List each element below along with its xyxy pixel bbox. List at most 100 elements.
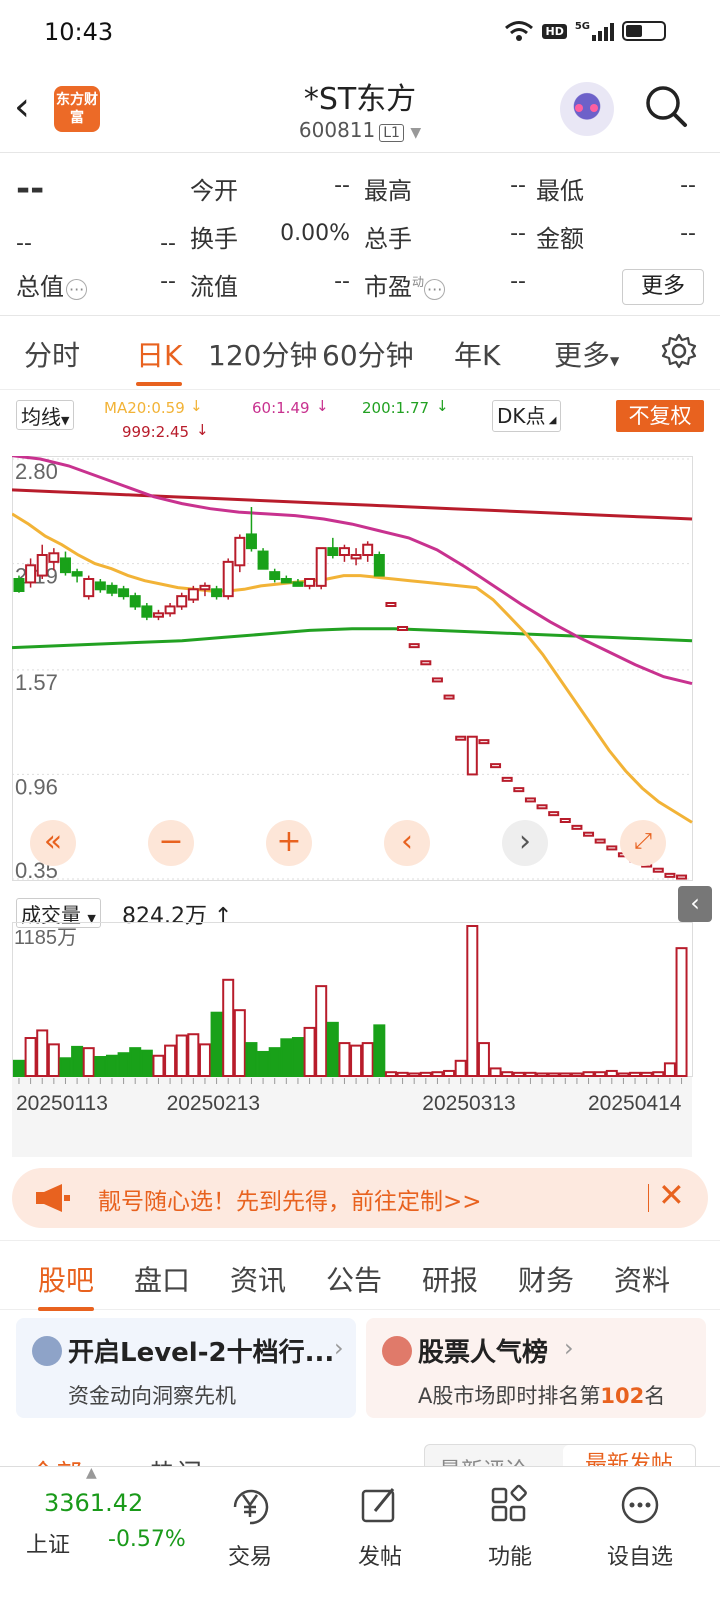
tab-more[interactable]: 更多▼ xyxy=(554,334,619,374)
candle-body xyxy=(211,588,223,598)
volume-bar xyxy=(222,978,235,1077)
candle-body xyxy=(129,595,141,608)
candle-body xyxy=(269,571,281,581)
high-label: 最高 xyxy=(364,177,412,205)
tab-daily-k[interactable]: 日K xyxy=(136,334,183,386)
volume-bar xyxy=(466,925,479,1077)
tab-pankou[interactable]: 盘口 xyxy=(134,1259,190,1299)
ma20-line xyxy=(12,512,693,824)
volume-bar xyxy=(71,1045,84,1078)
ranking-icon xyxy=(382,1336,412,1366)
candle-body xyxy=(501,776,513,782)
pe-label[interactable]: 市盈动 ··· xyxy=(364,267,446,302)
ma200-line xyxy=(12,627,693,650)
candle-body xyxy=(315,547,327,587)
volume-bar xyxy=(152,1054,165,1078)
divider xyxy=(648,1184,649,1212)
zoom-in-button[interactable]: + xyxy=(266,820,312,866)
candle-body xyxy=(292,581,304,587)
tab-120min[interactable]: 120分钟 xyxy=(208,334,317,374)
amount-label: 金额 xyxy=(536,225,584,253)
chart-frame xyxy=(12,456,693,881)
collapse-button[interactable]: ‹ xyxy=(678,886,712,922)
candle-body xyxy=(106,584,118,594)
tab-news[interactable]: 资讯 xyxy=(230,1259,286,1299)
caret-up-icon: ▲ xyxy=(86,1465,97,1481)
promo-banner[interactable]: 靓号随心选！先到先得，前往定制>> ✕ xyxy=(12,1168,708,1228)
more-quote-button[interactable]: 更多 xyxy=(622,269,704,305)
battery-icon xyxy=(622,21,666,41)
ma999-line xyxy=(12,488,693,521)
volume-bar xyxy=(536,1072,549,1077)
volume-bar xyxy=(652,1071,665,1077)
ma60-legend: 60:1.49 xyxy=(252,399,310,417)
candlestick-chart[interactable]: 2.802.191.570.960.35 xyxy=(12,456,708,886)
nav-post[interactable]: 发帖 xyxy=(330,1481,430,1571)
volume-bar xyxy=(303,1026,316,1077)
tab-year-k[interactable]: 年K xyxy=(454,334,500,374)
fq-button[interactable]: 不复权 xyxy=(616,400,704,432)
level2-title: 开启Level-2十档行... xyxy=(68,1338,335,1368)
tab-timeshare[interactable]: 分时 xyxy=(24,334,80,374)
nav-trade[interactable]: 交易 xyxy=(200,1481,300,1571)
candle-body xyxy=(594,838,606,844)
candle-body xyxy=(338,547,350,557)
tab-research[interactable]: 研报 xyxy=(422,1259,478,1299)
tab-profile[interactable]: 资料 xyxy=(614,1259,670,1299)
change-pct-value: -- xyxy=(160,231,176,256)
ma20-legend: MA20:0.59 xyxy=(104,399,185,417)
nav-functions[interactable]: 功能 xyxy=(460,1481,560,1571)
candle-body xyxy=(478,739,490,745)
search-icon[interactable] xyxy=(644,84,688,128)
ma20-arrow: ↓ xyxy=(190,397,203,415)
network-label: 5G xyxy=(574,21,590,32)
total-value-label[interactable]: 总值 ··· xyxy=(16,267,88,302)
volume-bar xyxy=(36,1029,49,1078)
rewind-button[interactable]: « xyxy=(30,820,76,866)
volume-bar xyxy=(210,1011,223,1077)
volume-bar xyxy=(268,1047,281,1078)
popularity-card[interactable]: 股票人气榜 › A股市场即时排名第102名 xyxy=(366,1318,706,1418)
volume-bar xyxy=(59,1057,72,1078)
level2-card[interactable]: 开启Level-2十档行... › 资金动向洞察先机 xyxy=(16,1318,356,1418)
candle-body xyxy=(59,557,71,574)
gear-icon[interactable] xyxy=(660,332,698,370)
status-time: 10:43 xyxy=(44,18,114,46)
candle-body xyxy=(606,845,618,851)
volume-bar xyxy=(326,1021,339,1077)
volume-bar xyxy=(129,1047,142,1078)
candle-body xyxy=(524,797,536,803)
fullscreen-button[interactable]: ⤢ xyxy=(620,820,666,866)
candle-body xyxy=(245,533,257,550)
tab-60min[interactable]: 60分钟 xyxy=(322,334,414,374)
close-icon[interactable]: ✕ xyxy=(658,1176,685,1214)
volume-bar xyxy=(419,1071,432,1078)
stock-code-row[interactable]: 600811 L1 ▼ xyxy=(0,118,720,142)
volume-bar xyxy=(675,947,688,1077)
candle-body xyxy=(187,588,199,601)
banner-text: 靓号随心选！先到先得，前往定制>> xyxy=(98,1189,482,1215)
volume-bar xyxy=(396,1071,409,1078)
popularity-title: 股票人气榜 xyxy=(418,1338,549,1368)
volume-chart[interactable]: 1185万 20250113 20250213 20250313 20250414 xyxy=(12,922,708,1158)
tab-finance[interactable]: 财务 xyxy=(518,1259,574,1299)
candle-body xyxy=(304,578,316,587)
volume-bar xyxy=(524,1071,537,1078)
nav-add-watchlist[interactable]: 设自选 xyxy=(590,1481,690,1571)
index-value[interactable]: 3361.42 xyxy=(44,1489,143,1517)
next-button[interactable]: › xyxy=(502,820,548,866)
prev-button[interactable]: ‹ xyxy=(384,820,430,866)
x-tick-label: 20250414 xyxy=(588,1092,682,1115)
assistant-robot-icon[interactable] xyxy=(560,82,614,136)
candle-body xyxy=(199,584,211,591)
zoom-out-button[interactable]: − xyxy=(148,820,194,866)
tab-announcement[interactable]: 公告 xyxy=(326,1259,382,1299)
ma-select[interactable]: 均线▼ xyxy=(16,400,75,430)
turnover-value: 0.00% xyxy=(280,221,350,246)
tab-guba[interactable]: 股吧 xyxy=(38,1259,95,1311)
volume-label: 总手 xyxy=(364,225,412,253)
dk-select[interactable]: DK点 ◢ xyxy=(492,400,562,432)
volume-bar xyxy=(257,1050,270,1078)
volume-bar xyxy=(629,1071,642,1078)
candle-body xyxy=(152,612,164,618)
